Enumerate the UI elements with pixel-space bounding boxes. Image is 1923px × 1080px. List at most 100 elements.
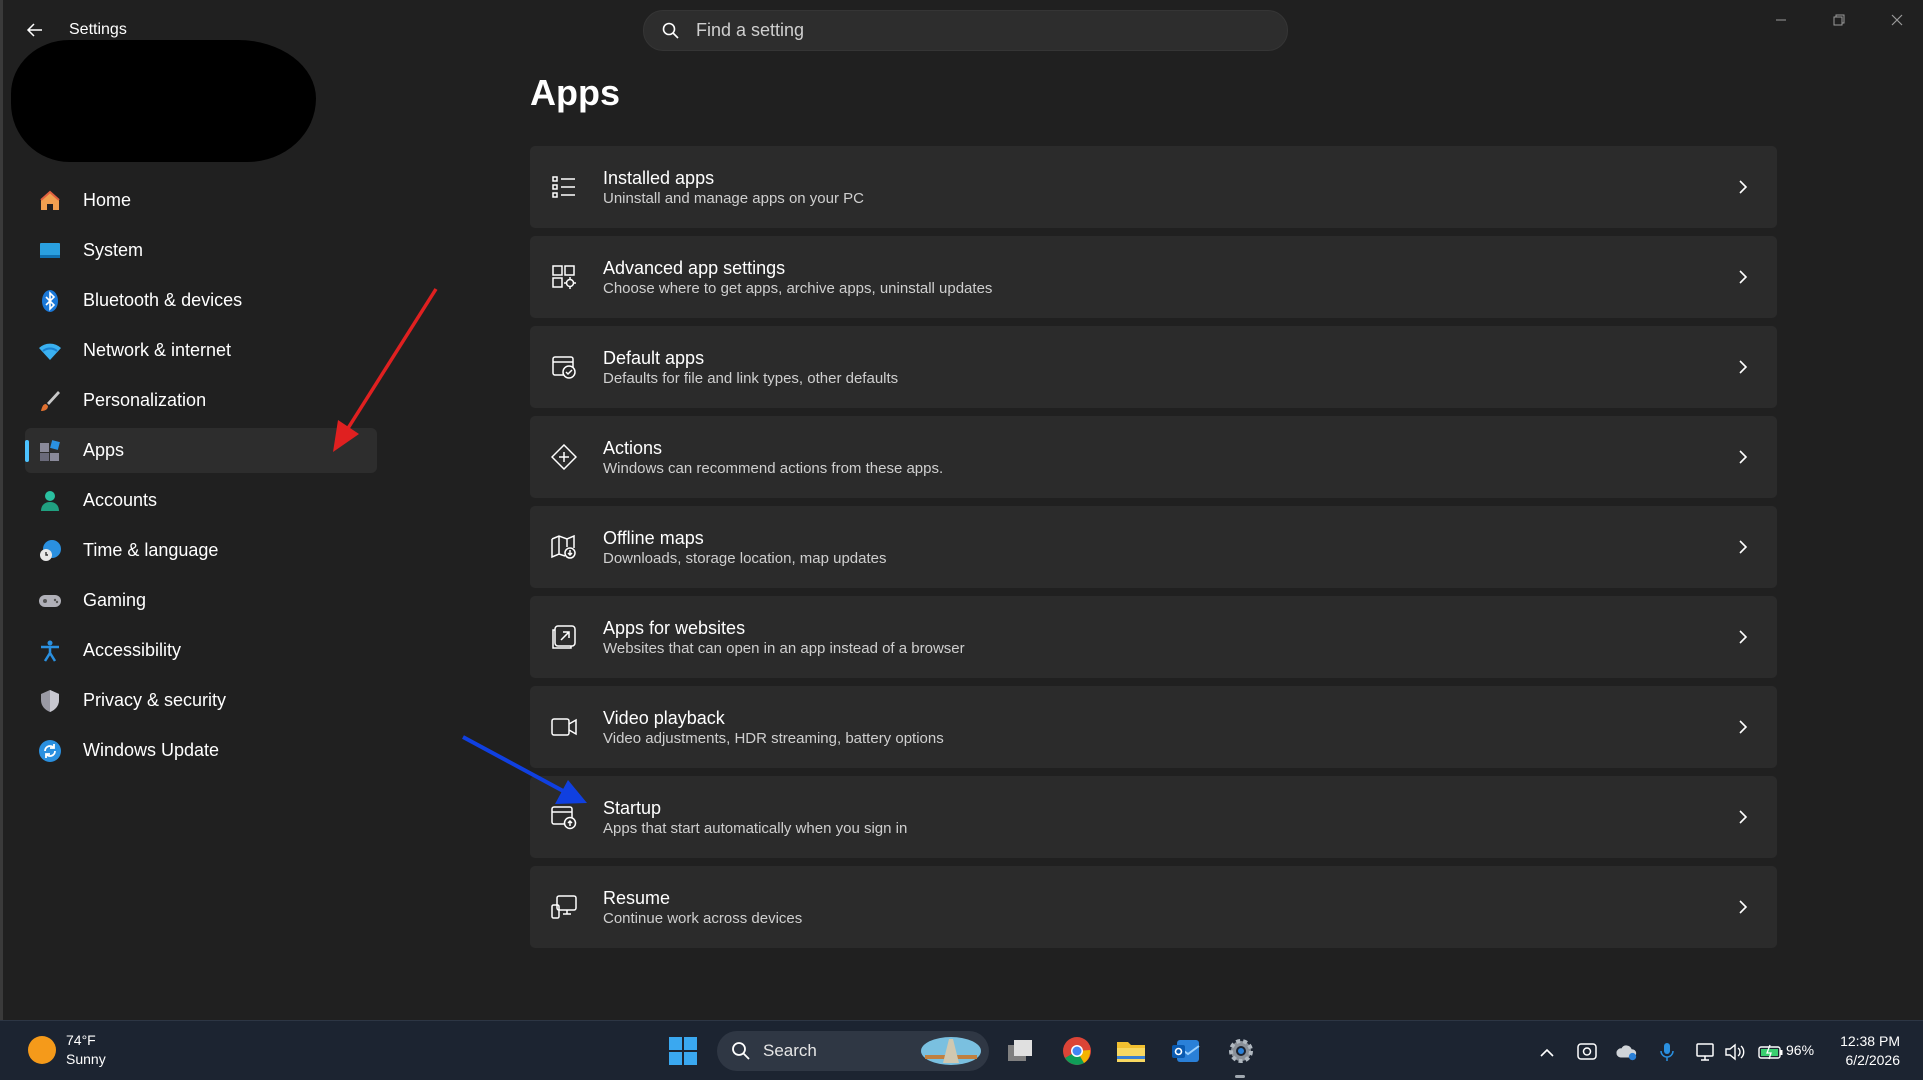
card-title: Default apps (603, 348, 705, 368)
card-title: Video playback (603, 708, 725, 728)
chevron-right-icon (1733, 177, 1753, 197)
card-subtitle: Video adjustments, HDR streaming, batter… (603, 730, 944, 747)
video-icon (550, 713, 578, 741)
volume-button[interactable] (1724, 1041, 1746, 1063)
weather-widget[interactable]: 74°F Sunny (28, 1031, 106, 1069)
card-startup[interactable]: Startup Apps that start automatically wh… (530, 776, 1777, 858)
default-apps-icon (550, 353, 578, 381)
card-installed-apps[interactable]: Installed apps Uninstall and manage apps… (530, 146, 1777, 228)
taskbar-search[interactable]: Search (717, 1031, 989, 1071)
sidebar-item-network[interactable]: Network & internet (25, 328, 377, 373)
chevron-right-icon (1733, 267, 1753, 287)
sidebar-item-personalization[interactable]: Personalization (25, 378, 377, 423)
card-title: Actions (603, 438, 663, 458)
battery-button[interactable] (1758, 1041, 1784, 1063)
apps-settings-list: Installed apps Uninstall and manage apps… (530, 146, 1777, 956)
restore-icon (1833, 14, 1845, 26)
sidebar-item-gaming[interactable]: Gaming (25, 578, 377, 623)
startup-icon (550, 803, 578, 831)
start-button[interactable] (667, 1035, 699, 1067)
card-video-playback[interactable]: Video playback Video adjustments, HDR st… (530, 686, 1777, 768)
outlook-taskbar-button[interactable] (1170, 1035, 1202, 1067)
card-offline-maps[interactable]: Offline maps Downloads, storage location… (530, 506, 1777, 588)
sidebar-item-label: Windows Update (83, 740, 220, 760)
monitor-network-icon (1696, 1043, 1714, 1061)
settings-taskbar-button[interactable] (1225, 1035, 1257, 1067)
clock-globe-icon (37, 538, 63, 564)
card-apps-for-websites[interactable]: Apps for websites Websites that can open… (530, 596, 1777, 678)
sidebar-item-time-language[interactable]: Time & language (25, 528, 377, 573)
bluetooth-icon (37, 288, 63, 314)
card-advanced-app-settings[interactable]: Advanced app settings Choose where to ge… (530, 236, 1777, 318)
chevron-right-icon (1733, 717, 1753, 737)
search-icon (732, 1042, 750, 1060)
taskbar-search-label: Search (763, 1041, 817, 1060)
card-subtitle: Continue work across devices (603, 910, 803, 927)
card-actions[interactable]: Actions Windows can recommend actions fr… (530, 416, 1777, 498)
task-view-icon (1008, 1040, 1032, 1061)
chevron-right-icon (1733, 807, 1753, 827)
card-title: Apps for websites (603, 618, 746, 638)
chrome-taskbar-button[interactable] (1061, 1035, 1093, 1067)
sidebar-item-windows-update[interactable]: Windows Update (25, 728, 377, 773)
chevron-right-icon (1733, 537, 1753, 557)
speaker-icon (1725, 1043, 1745, 1061)
wifi-icon (37, 338, 63, 364)
battery-charging-icon (1758, 1044, 1783, 1060)
onedrive-button[interactable] (1616, 1041, 1638, 1063)
chevron-right-icon (1733, 627, 1753, 647)
tray-app-button[interactable] (1576, 1041, 1598, 1063)
update-icon (37, 738, 63, 764)
sidebar-item-bluetooth[interactable]: Bluetooth & devices (25, 278, 377, 323)
microphone-icon (1660, 1043, 1674, 1061)
close-button[interactable] (1874, 8, 1920, 32)
card-subtitle: Downloads, storage location, map updates (603, 550, 887, 567)
resume-icon (550, 893, 578, 921)
card-title: Offline maps (603, 528, 704, 548)
sidebar-item-privacy[interactable]: Privacy & security (25, 678, 377, 723)
sidebar-item-accessibility[interactable]: Accessibility (25, 628, 377, 673)
back-button[interactable] (23, 18, 47, 42)
sidebar-item-home[interactable]: Home (25, 178, 377, 223)
sidebar-item-label: Time & language (83, 540, 219, 560)
sidebar-item-apps[interactable]: Apps (25, 428, 377, 473)
card-subtitle: Uninstall and manage apps on your PC (603, 190, 864, 207)
card-subtitle: Websites that can open in an app instead… (603, 640, 965, 657)
sidebar-item-accounts[interactable]: Accounts (25, 478, 377, 523)
windows-logo-icon (669, 1037, 697, 1065)
minimize-button[interactable] (1758, 8, 1804, 32)
search-highlight-image-icon (921, 1037, 981, 1065)
task-view-button[interactable] (1004, 1035, 1036, 1067)
card-resume[interactable]: Resume Continue work across devices (530, 866, 1777, 948)
clock-button[interactable]: 12:38 PM 6/2/2026 (1836, 1032, 1900, 1070)
microphone-button[interactable] (1656, 1041, 1678, 1063)
card-default-apps[interactable]: Default apps Defaults for file and link … (530, 326, 1777, 408)
sidebar-item-label: Home (83, 190, 132, 210)
app-settings-icon (550, 263, 578, 291)
folder-icon (1117, 1042, 1145, 1062)
card-subtitle: Windows can recommend actions from these… (603, 460, 944, 477)
show-hidden-icons-button[interactable] (1536, 1041, 1558, 1063)
card-subtitle: Apps that start automatically when you s… (603, 820, 908, 837)
file-explorer-taskbar-button[interactable] (1115, 1035, 1147, 1067)
settings-search-box[interactable] (643, 10, 1288, 51)
sidebar-item-label: Accessibility (83, 640, 182, 660)
taskbar: 74°F Sunny Search 96% 12:38 PM 6/2/2026 (0, 1020, 1923, 1080)
shield-icon (37, 688, 63, 714)
sidebar-nav: Home System Bluetooth & devices Network … (25, 178, 377, 778)
sidebar-item-label: Network & internet (83, 340, 232, 360)
clock-date: 6/2/2026 (1845, 1052, 1901, 1068)
card-title: Installed apps (603, 168, 715, 188)
brush-icon (37, 388, 63, 414)
settings-search-input[interactable] (696, 20, 1256, 41)
app-title: Settings (69, 21, 127, 38)
sidebar-item-system[interactable]: System (25, 228, 377, 273)
sidebar-item-label: Apps (83, 440, 125, 460)
sidebar-item-label: System (83, 240, 144, 260)
restore-button[interactable] (1816, 8, 1862, 32)
map-icon (550, 533, 578, 561)
clock-time: 12:38 PM (1840, 1033, 1900, 1049)
network-button[interactable] (1696, 1041, 1718, 1063)
actions-icon (550, 443, 578, 471)
system-icon (37, 238, 63, 264)
